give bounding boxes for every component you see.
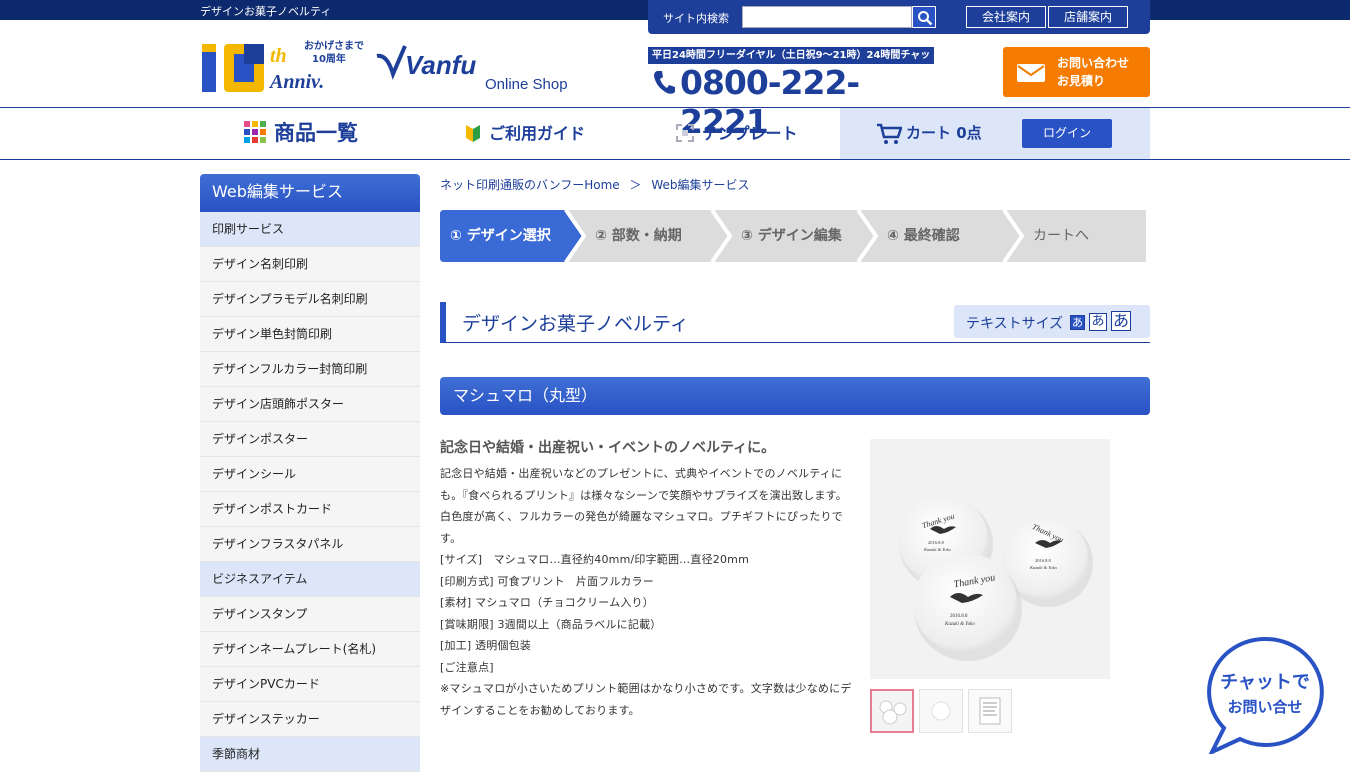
search-input[interactable]: [742, 6, 912, 28]
chat-line2: お問い合せ: [1227, 698, 1302, 716]
anniv-line1: おかげさまで: [304, 39, 364, 52]
contact-line2: お見積り: [1057, 74, 1106, 88]
spec-size: [サイズ] マシュマロ…直径約40mm/印字範囲…直径20mm: [440, 553, 750, 566]
anniversary-logo[interactable]: th Anniv. おかげさまで 10周年: [200, 38, 368, 94]
page-title: デザインお菓子ノベルティ: [462, 313, 689, 335]
phone-caption: 平日24時間フリーダイヤル（土日祝9〜21時）24時間チャット: [648, 47, 934, 78]
step-3: ③ デザイン編集: [741, 228, 842, 244]
chat-button[interactable]: チャットで お問い合せ: [1206, 636, 1324, 757]
template-icon: [676, 124, 694, 142]
phone-block: 平日24時間フリーダイヤル（土日祝9〜21時）24時間チャット 0800-222…: [648, 47, 938, 141]
breadcrumb: ネット印刷通販のバンフーHome ＞ Web編集サービス: [440, 176, 750, 193]
nav-guide-label: ご利用ガイド: [489, 124, 586, 143]
company-link[interactable]: 会社案内: [966, 6, 1046, 28]
nav-guide[interactable]: ご利用ガイド: [465, 108, 585, 159]
sidebar-item[interactable]: デザインステッカー: [200, 702, 420, 737]
sidebar-item[interactable]: デザイン単色封筒印刷: [200, 317, 420, 352]
mail-icon: [1017, 64, 1045, 82]
product-text: 記念日や結婚・出産祝いなどのプレゼントに、式典やイベントでのノベルティにも。『食…: [440, 467, 847, 545]
store-link[interactable]: 店舗案内: [1048, 6, 1128, 28]
sidebar-item[interactable]: デザインフラスタパネル: [200, 527, 420, 562]
sidebar-item[interactable]: デザインフルカラー封筒印刷: [200, 352, 420, 387]
search-icon: [918, 11, 933, 26]
cart-area: カート 0点 ログイン: [840, 108, 1150, 159]
main-nav: 商品一覧 ご利用ガイド テンプレート カート 0点 ログイン: [0, 108, 1350, 160]
sidebar-item[interactable]: デザインネームプレート(名札): [200, 632, 420, 667]
thumbnail-3[interactable]: [968, 689, 1012, 733]
sidebar-item[interactable]: デザイン名刺印刷: [200, 247, 420, 282]
step-4: ④ 最終確認: [887, 228, 960, 244]
text-size-medium[interactable]: あ: [1089, 313, 1107, 331]
sidebar-category[interactable]: 印刷サービス: [200, 212, 420, 247]
product-name: マシュマロ（丸型）: [440, 377, 1150, 415]
chat-line1: チャットで: [1220, 672, 1310, 693]
spec-notes-label: [ご注意点]: [440, 660, 494, 674]
sidebar-category[interactable]: ビジネスアイテム: [200, 562, 420, 597]
sidebar: Web編集サービス 印刷サービス デザイン名刺印刷 デザインプラモデル名刺印刷 …: [200, 174, 420, 772]
sidebar-title: Web編集サービス: [200, 174, 420, 212]
svg-text:Kazuki & Yoko: Kazuki & Yoko: [1029, 565, 1058, 570]
site-search: サイト内検索 会社案内 店舗案内: [648, 0, 1150, 34]
step-cart: カートへ: [1033, 228, 1089, 244]
sidebar-item[interactable]: デザインポスター: [200, 422, 420, 457]
spec-processing: [加工] 透明個包装: [440, 639, 532, 652]
step-2: ② 部数・納期: [595, 228, 682, 244]
chat-bubble-icon: チャットで お問い合せ: [1207, 636, 1324, 757]
spec-print: [印刷方式] 可食プリント 片面フルカラー: [440, 574, 654, 588]
page-tagline: デザインお菓子ノベルティ: [200, 5, 332, 18]
grid-icon: [244, 121, 266, 143]
text-size-small[interactable]: あ: [1070, 315, 1085, 330]
contact-button[interactable]: お問い合わせ お見積り: [1003, 47, 1150, 97]
text-size-switcher: テキストサイズ あ あ あ: [954, 305, 1150, 338]
spec-expiry: [賞味期限] 3週間以上（商品ラベルに記載）: [440, 617, 662, 631]
sidebar-item[interactable]: デザインポストカード: [200, 492, 420, 527]
sidebar-item[interactable]: デザインプラモデル名刺印刷: [200, 282, 420, 317]
text-size-large[interactable]: あ: [1111, 311, 1131, 331]
anniv-line2: 10周年: [312, 52, 346, 65]
nav-template-label: テンプレート: [702, 124, 798, 143]
phone-icon: [654, 71, 675, 94]
order-steps: ① デザイン選択 ② 部数・納期 ③ デザイン編集 ④ 最終確認 カートへ: [440, 210, 1146, 262]
sidebar-item[interactable]: デザインPVCカード: [200, 667, 420, 702]
spec-notes: ※マシュマロが小さいためプリント範囲はかなり小さめです。文字数は少なめにデザイン…: [440, 682, 852, 717]
nav-products[interactable]: 商品一覧: [244, 108, 358, 159]
sidebar-category[interactable]: 季節商材: [200, 737, 420, 772]
thumbnail-2[interactable]: [919, 689, 963, 733]
product-image: Thank you 2016.8.8 Kazuki & Yoko Thank y…: [870, 439, 1110, 679]
cart-icon: [877, 123, 902, 144]
nav-products-label: 商品一覧: [274, 121, 358, 145]
contact-line1: お問い合わせ: [1057, 56, 1130, 70]
logo-wordmark: Vanfu: [405, 50, 476, 80]
sidebar-item[interactable]: デザインシール: [200, 457, 420, 492]
search-button[interactable]: [912, 6, 936, 28]
cart-label[interactable]: カート 0点: [906, 108, 982, 159]
text-size-label: テキストサイズ: [966, 316, 1064, 332]
step-1-active: ① デザイン選択: [450, 228, 551, 244]
product-headline: 記念日や結婚・出産祝い・イベントのノベルティに。: [440, 440, 776, 456]
svg-text:Anniv.: Anniv.: [268, 71, 324, 93]
logo-subtitle: Online Shop: [485, 76, 568, 93]
svg-text:2016.8.8: 2016.8.8: [928, 540, 945, 545]
nav-template[interactable]: テンプレート: [676, 108, 798, 159]
breadcrumb-separator: ＞: [629, 178, 642, 192]
thumbnail-1[interactable]: [870, 689, 914, 733]
breadcrumb-home[interactable]: ネット印刷通販のバンフーHome: [440, 178, 620, 192]
vanfu-logo[interactable]: Vanfu Online Shop: [375, 36, 575, 96]
breadcrumb-current: Web編集サービス: [651, 178, 750, 192]
sidebar-item[interactable]: デザイン店頭飾ポスター: [200, 387, 420, 422]
svg-text:Kazuki & Yoko: Kazuki & Yoko: [944, 622, 975, 627]
svg-text:2016.8.8: 2016.8.8: [950, 614, 968, 619]
search-label: サイト内検索: [663, 12, 729, 25]
beginner-mark-icon: [466, 125, 480, 142]
svg-text:2016.8.8: 2016.8.8: [1035, 558, 1052, 563]
spec-material: [素材] マシュマロ（チョコクリーム入り）: [440, 596, 654, 609]
product-description: 記念日や結婚・出産祝い・イベントのノベルティに。 記念日や結婚・出産祝いなどのプ…: [440, 437, 852, 721]
top-bar: デザインお菓子ノベルティ サイト内検索 会社案内 店舗案内: [0, 0, 1350, 34]
svg-text:th: th: [270, 45, 287, 67]
sidebar-item[interactable]: デザインスタンプ: [200, 597, 420, 632]
svg-text:Kazuki & Yoko: Kazuki & Yoko: [923, 547, 952, 552]
login-button[interactable]: ログイン: [1022, 119, 1112, 148]
